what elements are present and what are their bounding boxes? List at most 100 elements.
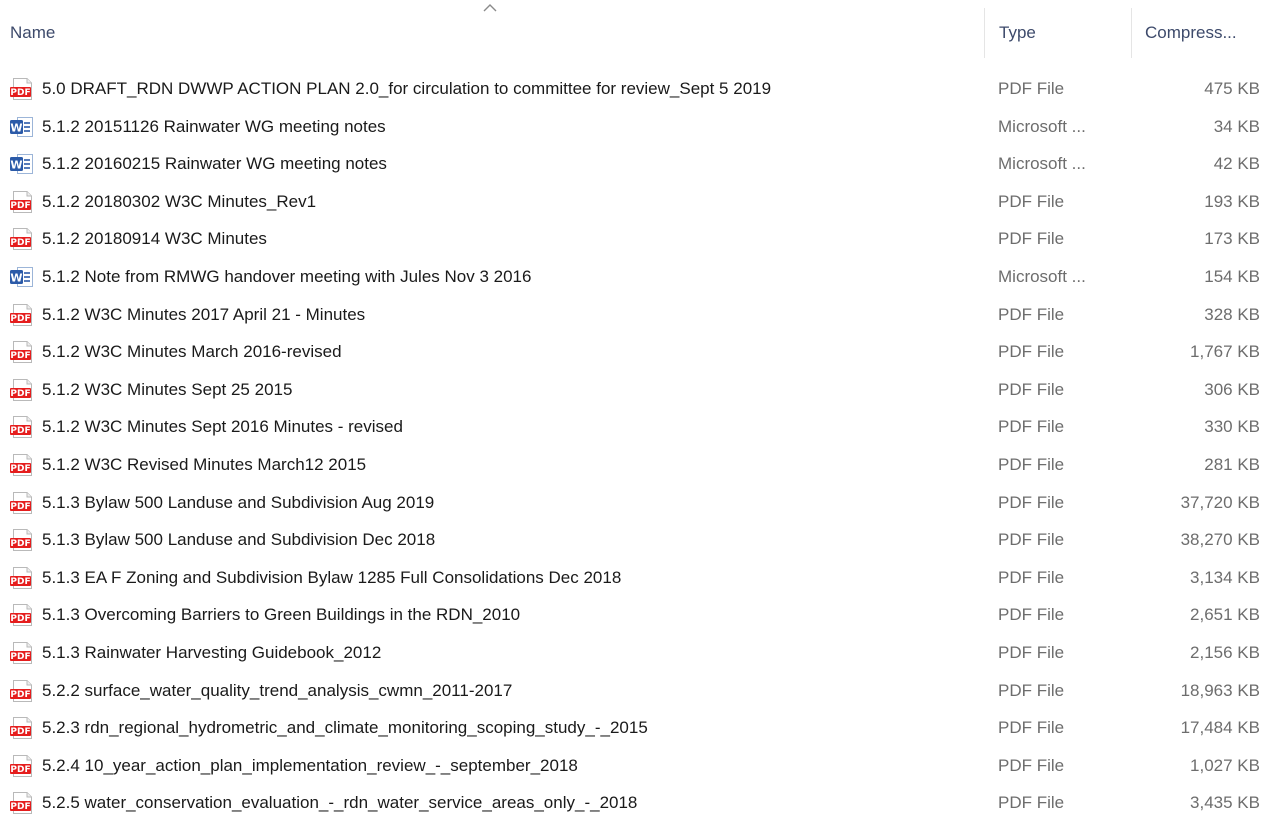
file-compressed-size: 34 KB xyxy=(1213,116,1260,136)
file-row[interactable]: PDF 5.1.2 20180914 W3C Minutes PDF File 173… xyxy=(0,220,1270,258)
svg-text:PDF: PDF xyxy=(10,201,30,211)
pdf-file-icon: PDF xyxy=(10,491,32,514)
file-row[interactable]: PDF 5.1.2 20180302 W3C Minutes_Rev1 PDF Fi… xyxy=(0,183,1270,221)
file-name: 5.1.3 Overcoming Barriers to Green Build… xyxy=(42,605,521,625)
pdf-file-icon: PDF xyxy=(10,792,32,815)
file-name: 5.1.2 20180914 W3C Minutes xyxy=(42,229,267,249)
pdf-file-icon: PDF xyxy=(10,717,32,740)
file-type: Microsoft ... xyxy=(998,154,1086,174)
svg-text:W: W xyxy=(10,271,22,284)
svg-text:PDF: PDF xyxy=(10,389,30,399)
file-row[interactable]: PDF 5.2.4 10_year_action_plan_implementat… xyxy=(0,747,1270,785)
file-compressed-size: 42 KB xyxy=(1213,154,1260,174)
file-type: Microsoft ... xyxy=(998,266,1086,286)
file-name: 5.0 DRAFT_RDN DWWP ACTION PLAN 2.0_for c… xyxy=(42,79,772,98)
svg-text:PDF: PDF xyxy=(10,464,30,474)
column-header-compressed-size[interactable]: Compress... xyxy=(1131,0,1270,66)
pdf-file-icon: PDF xyxy=(10,78,32,100)
svg-text:PDF: PDF xyxy=(10,502,30,512)
file-compressed-size: 154 KB xyxy=(1204,266,1260,286)
file-compressed-size: 1,767 KB xyxy=(1190,342,1260,362)
file-row[interactable]: PDF 5.1.2 W3C Minutes 2017 April 21 - Min… xyxy=(0,296,1270,334)
file-name: 5.2.5 water_conservation_evaluation_-_rd… xyxy=(42,793,638,813)
pdf-file-icon: PDF xyxy=(10,416,32,439)
file-type: PDF File xyxy=(998,793,1065,813)
file-row[interactable]: PDF 5.2.3 rdn_regional_hydrometric_and_cl… xyxy=(0,709,1270,747)
file-name: 5.1.3 Bylaw 500 Landuse and Subdivision … xyxy=(42,530,436,550)
file-name: 5.2.3 rdn_regional_hydrometric_and_clima… xyxy=(42,718,648,738)
svg-text:PDF: PDF xyxy=(10,577,30,587)
file-compressed-size: 330 KB xyxy=(1204,417,1260,437)
file-type: PDF File xyxy=(998,379,1065,399)
file-type: PDF File xyxy=(998,191,1065,211)
file-row[interactable]: PDF 5.1.3 Bylaw 500 Landuse and Subdivisi… xyxy=(0,521,1270,559)
file-row[interactable]: PDF 5.1.2 W3C Minutes Sept 25 2015 PDF Fil… xyxy=(0,371,1270,409)
file-type: PDF File xyxy=(998,680,1065,700)
file-compressed-size: 173 KB xyxy=(1204,229,1260,249)
file-row[interactable]: PDF 5.1.3 Bylaw 500 Landuse and Subdivisi… xyxy=(0,484,1270,522)
file-compressed-size: 328 KB xyxy=(1204,304,1260,324)
column-header-name[interactable]: Name xyxy=(0,0,984,66)
file-compressed-size: 3,435 KB xyxy=(1190,793,1260,813)
file-row[interactable]: W 5.1.2 Note from RMWG handover meeting w… xyxy=(0,258,1270,296)
svg-text:PDF: PDF xyxy=(10,615,30,625)
file-list: PDF 5.0 DRAFT_RDN DWWP ACTION PLAN 2.0_fo… xyxy=(0,70,1270,822)
file-type: PDF File xyxy=(998,642,1065,662)
file-row[interactable]: PDF 5.1.3 Overcoming Barriers to Green Bu… xyxy=(0,596,1270,634)
file-name: 5.1.2 W3C Minutes Sept 25 2015 xyxy=(42,379,293,399)
file-name: 5.1.2 W3C Minutes March 2016-revised xyxy=(42,342,342,362)
svg-text:PDF: PDF xyxy=(10,427,30,437)
svg-text:PDF: PDF xyxy=(10,727,30,737)
svg-text:PDF: PDF xyxy=(10,802,30,812)
file-type: PDF File xyxy=(998,530,1065,550)
file-compressed-size: 17,484 KB xyxy=(1180,718,1260,738)
file-name: 5.1.2 W3C Minutes Sept 2016 Minutes - re… xyxy=(42,417,403,437)
file-name: 5.1.2 20160215 Rainwater WG meeting note… xyxy=(42,154,387,174)
file-type: PDF File xyxy=(998,492,1065,512)
pdf-file-icon: PDF xyxy=(10,529,32,552)
file-type: Microsoft ... xyxy=(998,116,1086,136)
file-compressed-size: 193 KB xyxy=(1204,191,1260,211)
pdf-file-icon: PDF xyxy=(10,378,32,401)
file-name: 5.1.3 Bylaw 500 Landuse and Subdivision … xyxy=(42,492,435,512)
file-row[interactable]: PDF 5.1.3 Rainwater Harvesting Guidebook_… xyxy=(0,634,1270,672)
file-type: PDF File xyxy=(998,454,1065,474)
file-row[interactable]: W 5.1.2 20160215 Rainwater WG meeting not… xyxy=(0,145,1270,183)
file-name: 5.2.4 10_year_action_plan_implementation… xyxy=(42,755,578,775)
pdf-file-icon: PDF xyxy=(10,566,32,589)
svg-text:PDF: PDF xyxy=(10,239,30,249)
file-compressed-size: 2,156 KB xyxy=(1190,642,1260,662)
file-row[interactable]: PDF 5.2.2 surface_water_quality_trend_ana… xyxy=(0,672,1270,710)
file-type: PDF File xyxy=(998,342,1065,362)
column-header-bar: Name Type Compress... xyxy=(0,0,1270,66)
column-header-type-label: Type xyxy=(999,23,1036,42)
file-type: PDF File xyxy=(998,79,1065,98)
column-header-type[interactable]: Type xyxy=(984,0,1131,66)
word-document-icon: W xyxy=(10,266,33,287)
file-compressed-size: 2,651 KB xyxy=(1190,605,1260,625)
file-row[interactable]: PDF 5.0 DRAFT_RDN DWWP ACTION PLAN 2.0_fo… xyxy=(0,70,1270,108)
svg-text:PDF: PDF xyxy=(10,351,30,361)
svg-text:W: W xyxy=(10,121,22,134)
file-row[interactable]: PDF 5.1.3 EA F Zoning and Subdivision Byl… xyxy=(0,559,1270,597)
file-type: PDF File xyxy=(998,755,1065,775)
file-row[interactable]: PDF 5.1.2 W3C Revised Minutes March12 201… xyxy=(0,446,1270,484)
file-name: 5.1.2 W3C Minutes 2017 April 21 - Minute… xyxy=(42,304,366,324)
file-type: PDF File xyxy=(998,304,1065,324)
file-type: PDF File xyxy=(998,417,1065,437)
file-name: 5.1.3 Rainwater Harvesting Guidebook_201… xyxy=(42,642,382,662)
svg-text:PDF: PDF xyxy=(10,314,30,324)
file-row[interactable]: PDF 5.2.5 water_conservation_evaluation_-… xyxy=(0,784,1270,822)
pdf-file-icon: PDF xyxy=(10,754,32,777)
file-compressed-size: 475 KB xyxy=(1204,79,1260,98)
svg-text:PDF: PDF xyxy=(10,652,30,662)
file-compressed-size: 306 KB xyxy=(1204,379,1260,399)
file-row[interactable]: W 5.1.2 20151126 Rainwater WG meeting not… xyxy=(0,108,1270,146)
file-row[interactable]: PDF 5.1.2 W3C Minutes Sept 2016 Minutes -… xyxy=(0,408,1270,446)
file-type: PDF File xyxy=(998,718,1065,738)
file-name: 5.1.2 W3C Revised Minutes March12 2015 xyxy=(42,454,367,474)
file-name: 5.1.2 20180302 W3C Minutes_Rev1 xyxy=(42,191,317,211)
file-name: 5.1.2 20151126 Rainwater WG meeting note… xyxy=(42,116,386,136)
file-row[interactable]: PDF 5.1.2 W3C Minutes March 2016-revised P… xyxy=(0,333,1270,371)
file-type: PDF File xyxy=(998,567,1065,587)
